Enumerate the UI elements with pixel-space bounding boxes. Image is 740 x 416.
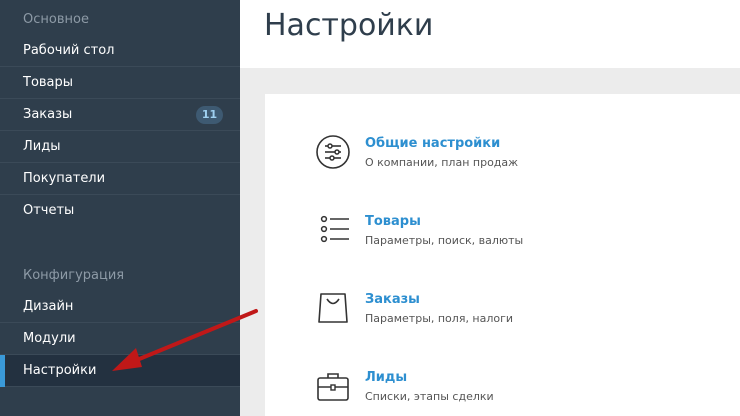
setting-leads[interactable]: Лиды Списки, этапы сделки — [265, 368, 740, 416]
sidebar-item-modules[interactable]: Модули — [0, 323, 240, 355]
setting-products-desc: Параметры, поиск, валюты — [365, 234, 524, 247]
settings-card: Общие настройки О компании, план продаж … — [265, 94, 740, 416]
sidebar-item-label: Рабочий стол — [23, 43, 115, 58]
sidebar-item-dashboard[interactable]: Рабочий стол — [0, 35, 240, 67]
section-label-main: Основное — [23, 12, 89, 27]
sidebar-item-customers[interactable]: Покупатели — [0, 163, 240, 195]
setting-general-desc: О компании, план продаж — [365, 156, 519, 169]
setting-orders-desc: Параметры, поля, налоги — [365, 312, 514, 325]
page-title: Настройки — [264, 8, 434, 43]
sidebar-item-settings[interactable]: Настройки — [0, 355, 240, 387]
setting-products[interactable]: Товары Параметры, поиск, валюты — [265, 212, 740, 272]
setting-leads-desc: Списки, этапы сделки — [365, 390, 494, 403]
sidebar-item-design[interactable]: Дизайн — [0, 291, 240, 323]
list-icon — [320, 215, 349, 243]
sidebar-item-label: Товары — [23, 75, 74, 90]
sidebar-item-label: Покупатели — [23, 171, 106, 186]
sidebar-item-label: Дизайн — [23, 299, 74, 314]
sidebar-item-leads[interactable]: Лиды — [0, 131, 240, 163]
sidebar-item-label: Заказы — [23, 107, 73, 122]
sidebar-item-orders[interactable]: Заказы 11 — [0, 99, 240, 131]
sidebar-item-reports[interactable]: Отчеты — [0, 195, 240, 227]
sidebar: Основное Рабочий стол Товары Заказы 11 Л… — [0, 0, 240, 416]
shopping-bag-icon — [318, 293, 348, 323]
sidebar-item-label: Настройки — [23, 363, 97, 378]
section-label-config: Конфигурация — [23, 268, 125, 283]
setting-general[interactable]: Общие настройки О компании, план продаж — [265, 134, 740, 194]
setting-orders[interactable]: Заказы Параметры, поля, налоги — [265, 290, 740, 350]
page-header: Настройки — [240, 0, 740, 68]
sidebar-item-products[interactable]: Товары — [0, 67, 240, 99]
setting-orders-title[interactable]: Заказы — [365, 292, 420, 307]
orders-count-badge: 11 — [196, 106, 223, 124]
sidebar-item-label: Лиды — [23, 139, 61, 154]
sliders-icon — [316, 135, 350, 169]
setting-leads-title[interactable]: Лиды — [365, 370, 407, 385]
setting-general-title[interactable]: Общие настройки — [365, 136, 500, 151]
sidebar-item-label: Отчеты — [23, 203, 75, 218]
sidebar-item-label: Модули — [23, 331, 76, 346]
briefcase-icon — [317, 373, 349, 401]
setting-products-title[interactable]: Товары — [365, 214, 421, 229]
